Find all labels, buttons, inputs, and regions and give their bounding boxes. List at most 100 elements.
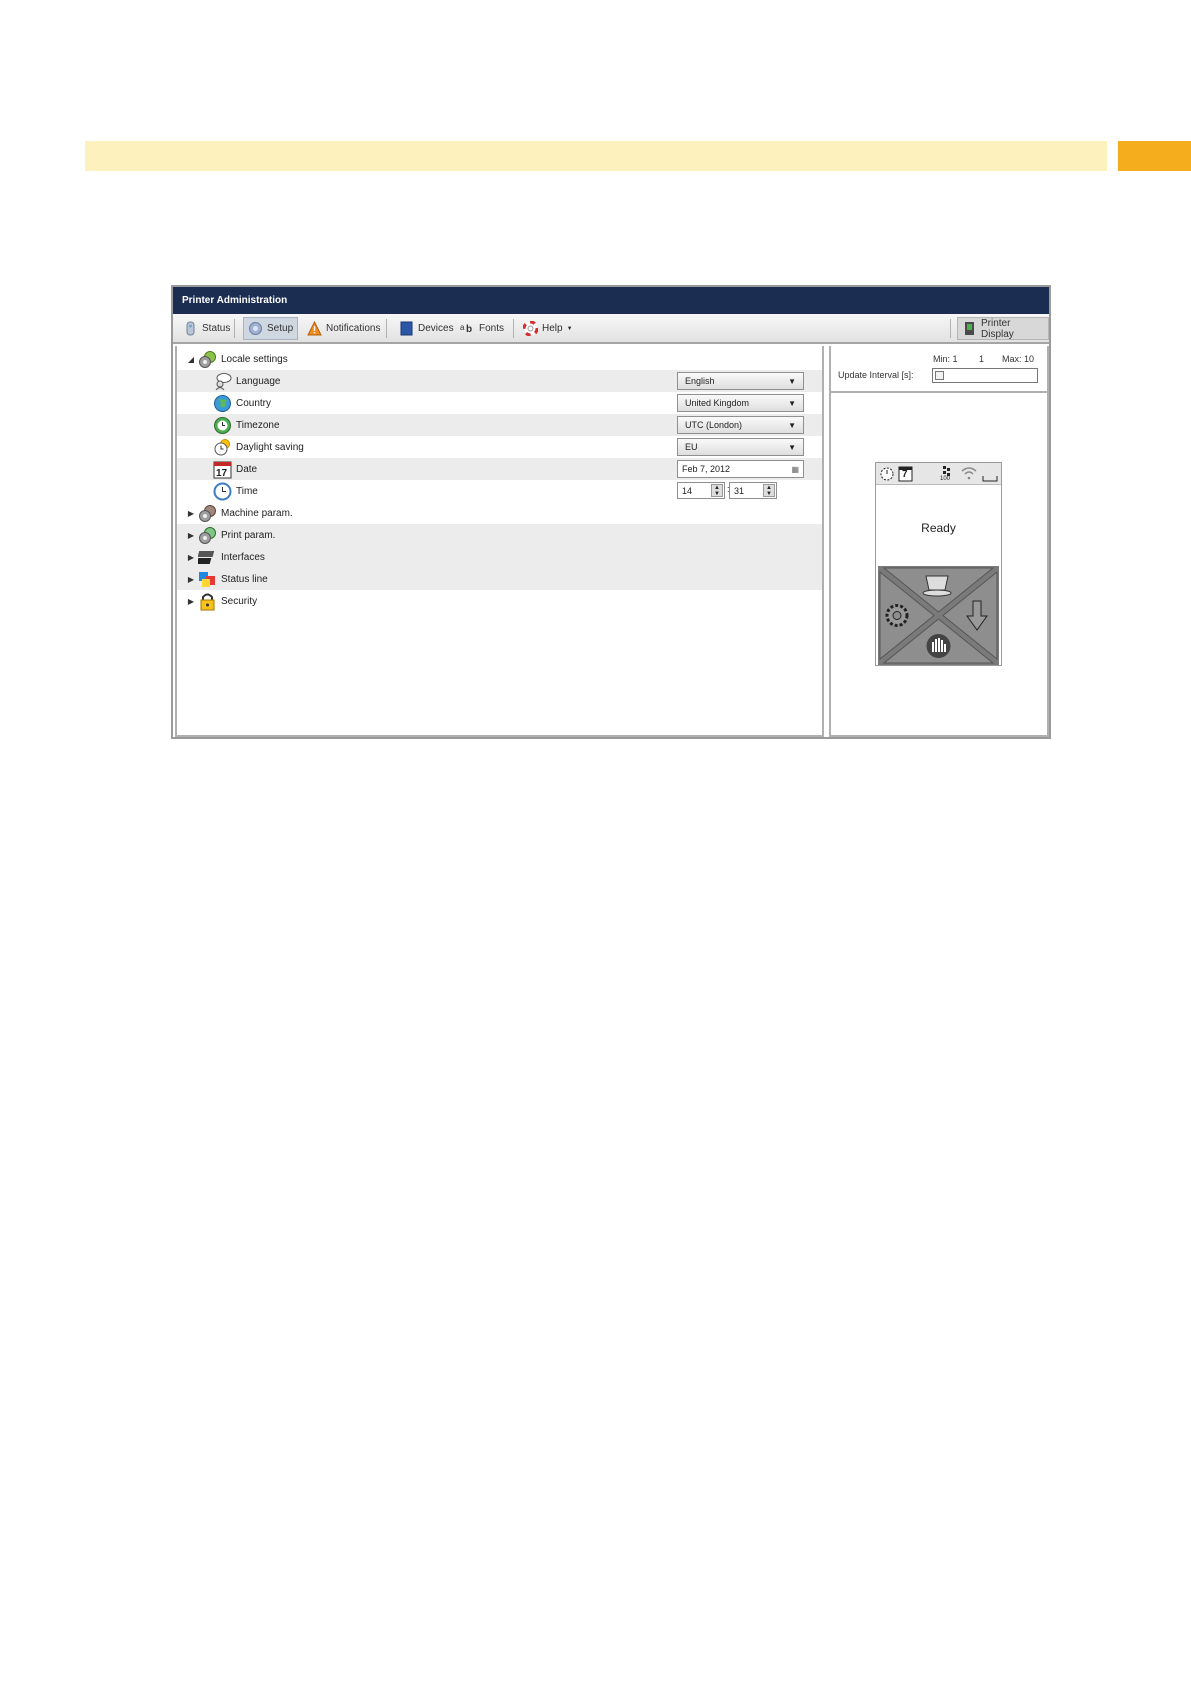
lifebuoy-icon [522, 320, 539, 337]
daylight-saving-select-value: EU [685, 442, 698, 452]
time-hour-stepper[interactable]: 14 ▲ ▼ [677, 482, 725, 499]
expand-triangle-icon[interactable]: ◢ [187, 355, 195, 364]
tree-row-date: 17 Date Feb 7, 2012 ▦ [177, 458, 822, 480]
tree-row-timezone: Timezone UTC (London) ▼ [177, 414, 822, 436]
stepper-arrows-icon[interactable]: ▲ ▼ [763, 484, 775, 497]
timezone-select[interactable]: UTC (London) ▼ [677, 416, 804, 434]
collapse-triangle-icon[interactable]: ▶ [187, 509, 195, 518]
tree-label-machine-param: Machine param. [221, 507, 293, 519]
calendar-picker-icon[interactable]: ▦ [791, 461, 799, 478]
toolbar-devices-button[interactable]: Devices [395, 317, 458, 340]
setup-gear-icon [248, 321, 263, 336]
tree-label-print-param: Print param. [221, 529, 276, 541]
chevron-down-icon: ▼ [788, 421, 796, 430]
panel-divider [831, 391, 1047, 393]
tree-label-security: Security [221, 595, 258, 607]
svg-text:a: a [460, 323, 465, 332]
tree-node-security[interactable]: ▶ Security [177, 590, 822, 612]
printer-display-preview: 7 100 Ready [875, 462, 1002, 666]
tree-node-interfaces[interactable]: ▶ Interfaces [177, 546, 822, 568]
chevron-down-icon: ▼ [788, 443, 796, 452]
date-value: Feb 7, 2012 [682, 464, 731, 474]
stepper-arrows-icon[interactable]: ▲ ▼ [711, 484, 723, 497]
display-status-bar: 7 100 [876, 463, 1001, 485]
warning-icon [307, 320, 322, 336]
tree-node-locale-settings[interactable]: ◢ Locale settings [177, 348, 822, 370]
toolbar: Status Setup Notifications Devices ab Fo… [173, 314, 1049, 344]
hand-stop-icon [926, 634, 951, 658]
tree-label-time: Time [236, 485, 258, 497]
locale-gears-icon [198, 350, 217, 369]
interval-min-label: Min: 1 [933, 354, 958, 364]
tree-node-status-line[interactable]: ▶ Status line [177, 568, 822, 590]
toolbar-separator [386, 319, 387, 338]
language-select[interactable]: English ▼ [677, 372, 804, 390]
toolbar-status-button[interactable]: Status [179, 317, 234, 340]
toolbar-fonts-button[interactable]: ab Fonts [456, 317, 508, 340]
chevron-down-icon: ▼ [788, 377, 796, 386]
tree-row-daylight-saving: Daylight saving EU ▼ [177, 436, 822, 458]
country-select-value: United Kingdom [685, 398, 750, 408]
settings-tree-panel: ◢ Locale settings Language English ▼ Cou… [175, 346, 824, 737]
clock-icon [213, 482, 232, 501]
gear-icon [885, 604, 909, 627]
status-line-blocks-icon [198, 570, 217, 589]
language-speech-icon [213, 372, 232, 391]
fonts-icon: ab [460, 321, 475, 336]
toolbar-setup-button[interactable]: Setup [243, 317, 299, 340]
slider-thumb[interactable] [935, 371, 944, 380]
tree-node-print-param[interactable]: ▶ Print param. [177, 524, 822, 546]
update-interval-slider[interactable] [932, 368, 1038, 383]
tree-label-locale-settings: Locale settings [221, 353, 288, 365]
tree-label-interfaces: Interfaces [221, 551, 265, 563]
interval-max-label: Max: 10 [1002, 354, 1035, 364]
tree-label-country: Country [236, 397, 272, 409]
language-select-value: English [685, 376, 715, 386]
display-tray-icon [982, 476, 998, 482]
page-header-tab [1118, 141, 1191, 171]
tree-label-language: Language [236, 375, 281, 387]
chevron-down-icon: ▼ [788, 399, 796, 408]
collapse-triangle-icon[interactable]: ▶ [187, 597, 195, 606]
print-gears-icon [198, 526, 217, 545]
toolbar-notifications-button[interactable]: Notifications [303, 317, 384, 340]
page-header-band [85, 141, 1107, 171]
display-wifi-icon [961, 467, 977, 480]
status-icon [183, 321, 198, 336]
printer-display-panel: Min: 1 1 Max: 10 Update Interval [s]: 7 … [829, 346, 1049, 737]
collapse-triangle-icon[interactable]: ▶ [187, 531, 195, 540]
lock-icon [198, 592, 217, 611]
toolbar-status-label: Status [202, 323, 231, 334]
toolbar-separator [513, 319, 514, 338]
machine-gears-icon [198, 504, 217, 523]
toolbar-notifications-label: Notifications [326, 323, 381, 334]
collapse-triangle-icon[interactable]: ▶ [187, 575, 195, 584]
tree-row-country: Country United Kingdom ▼ [177, 392, 822, 414]
date-picker-input[interactable]: Feb 7, 2012 ▦ [677, 460, 804, 478]
tree-label-date: Date [236, 463, 258, 475]
time-minute-value: 31 [734, 486, 745, 496]
tree-node-machine-param[interactable]: ▶ Machine param. [177, 502, 822, 524]
toolbar-printer-display-button[interactable]: Printer Display [957, 317, 1049, 340]
display-signal-value: 100 [940, 476, 951, 482]
toolbar-separator [950, 319, 951, 338]
toolbar-printer-display-label: Printer Display [981, 317, 1014, 340]
display-calendar-day: 7 [902, 469, 908, 480]
tree-label-timezone: Timezone [236, 419, 280, 431]
tree-label-daylight-saving: Daylight saving [236, 441, 304, 453]
tree-row-language: Language English ▼ [177, 370, 822, 392]
globe-icon [213, 394, 232, 413]
interval-current-value: 1 [979, 354, 985, 364]
time-minute-stepper[interactable]: 31 ▲ ▼ [729, 482, 777, 499]
timezone-clock-icon [213, 416, 232, 435]
display-navigation-pad [878, 566, 999, 665]
country-select[interactable]: United Kingdom ▼ [677, 394, 804, 412]
collapse-triangle-icon[interactable]: ▶ [187, 553, 195, 562]
toolbar-separator [234, 319, 235, 338]
interfaces-icon [198, 548, 217, 567]
calendar-icon: 17 [213, 460, 232, 479]
daylight-sun-clock-icon [213, 438, 232, 457]
svg-text:17: 17 [216, 468, 228, 479]
daylight-saving-select[interactable]: EU ▼ [677, 438, 804, 456]
toolbar-help-button[interactable]: Help ▼ [519, 317, 577, 340]
